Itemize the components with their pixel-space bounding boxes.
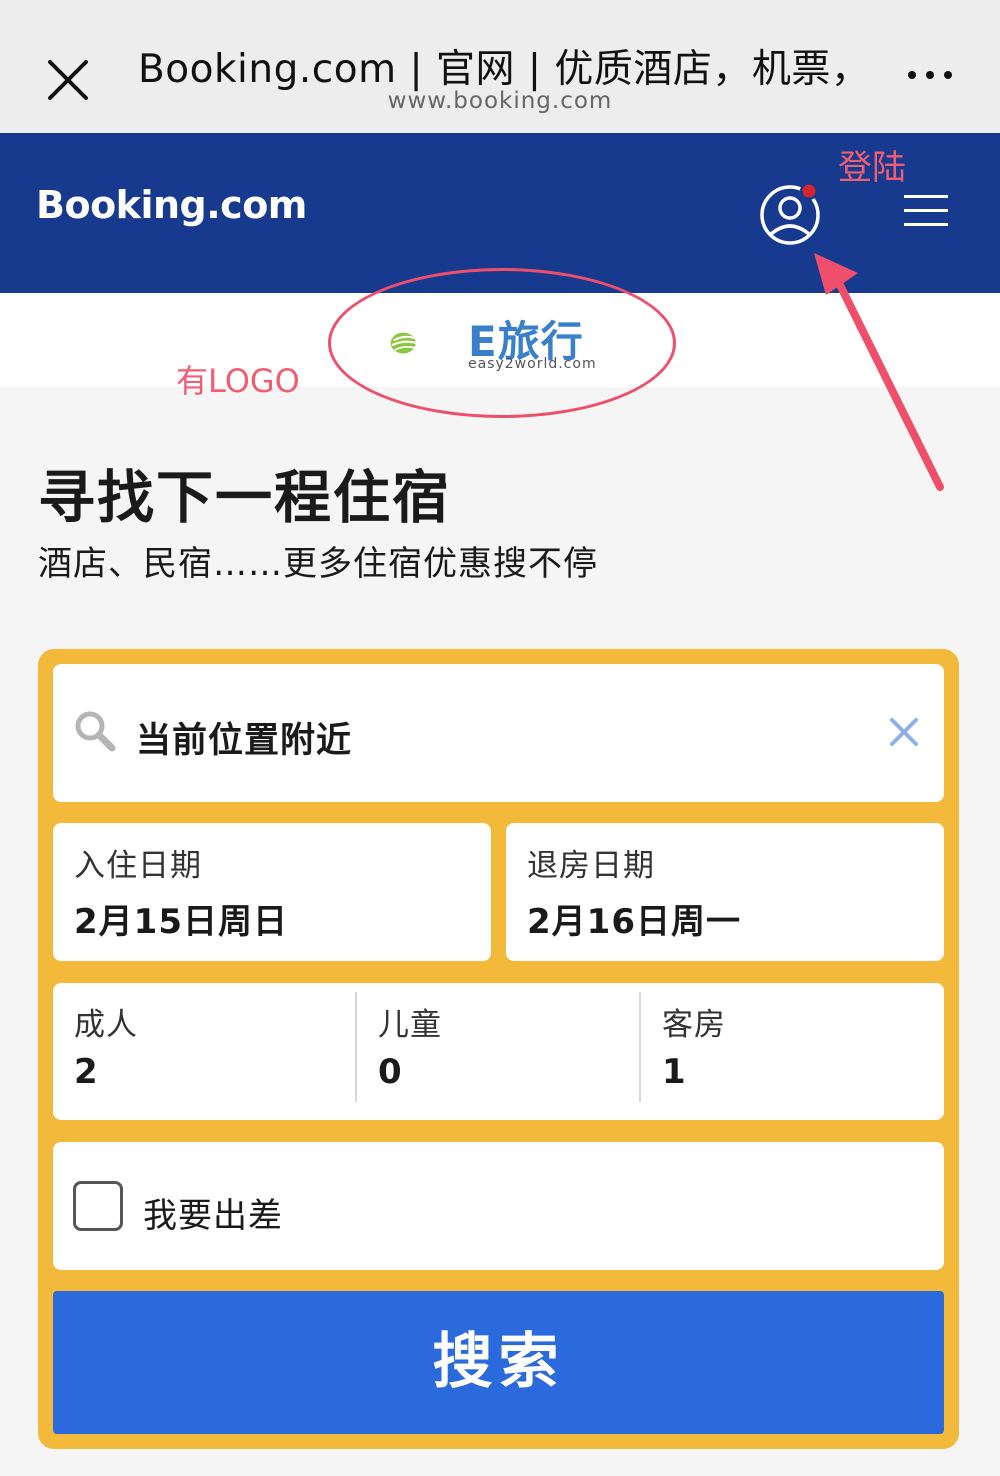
page-url: www.booking.com: [387, 88, 613, 114]
rooms-value: 1: [662, 1052, 687, 1092]
checkin-label: 入住日期: [74, 848, 202, 884]
annotation-login-note: 登陆: [838, 148, 906, 188]
annotation-logo-note: 有LOGO: [176, 362, 300, 400]
destination-value[interactable]: 当前位置附近: [136, 712, 352, 763]
hero-subtitle: 酒店、民宿……更多住宿优惠搜不停: [38, 544, 598, 584]
account-icon[interactable]: [756, 179, 826, 249]
children-label: 儿童: [378, 1007, 442, 1043]
search-button[interactable]: 搜索: [53, 1291, 944, 1434]
business-trip-label[interactable]: 我要出差: [143, 1188, 283, 1237]
checkout-value: 2月16日周一: [527, 902, 741, 942]
adults-label: 成人: [74, 1007, 138, 1043]
hero-title: 寻找下一程住宿: [38, 465, 451, 531]
search-icon: [75, 711, 116, 752]
rooms-label: 客房: [662, 1007, 726, 1043]
annotation-oval: [328, 268, 676, 418]
divider: [355, 992, 357, 1102]
business-trip-checkbox[interactable]: [73, 1181, 123, 1231]
hamburger-menu-icon[interactable]: [904, 195, 954, 229]
divider: [639, 992, 641, 1102]
checkout-label: 退房日期: [527, 848, 655, 884]
checkin-value: 2月15日周日: [74, 902, 288, 942]
more-options-icon[interactable]: [900, 60, 960, 90]
annotation-arrow-icon: [814, 253, 944, 491]
children-value: 0: [378, 1052, 403, 1092]
brand-logo[interactable]: Booking.com: [36, 183, 307, 227]
adults-value: 2: [74, 1052, 99, 1092]
page-title: Booking.com | 官网 | 优质酒店，机票，: [138, 47, 858, 92]
clear-icon[interactable]: [886, 714, 922, 750]
browser-top-bar: Booking.com | 官网 | 优质酒店，机票， www.booking.…: [0, 0, 1000, 133]
